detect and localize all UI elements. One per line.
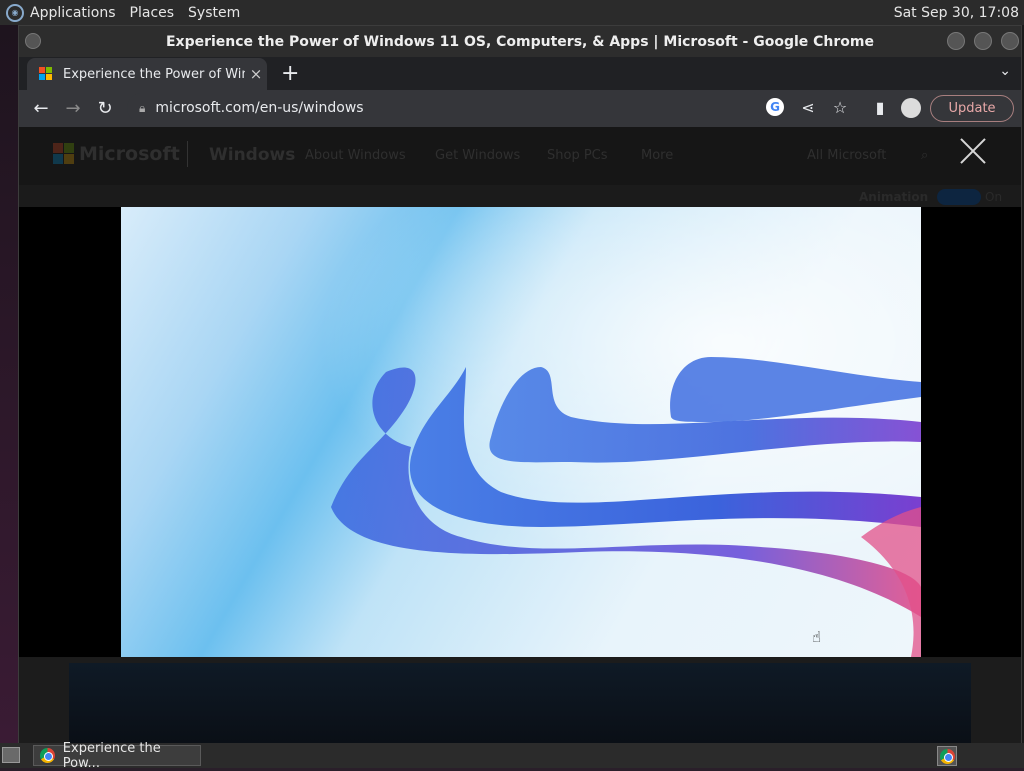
- tab-microsoft-windows[interactable]: Experience the Power of Windows 11 OS, C…: [27, 58, 267, 90]
- microsoft-brand[interactable]: Microsoft: [79, 143, 180, 165]
- menu-system[interactable]: System: [188, 5, 240, 21]
- taskbar-chrome-window[interactable]: Experience the Pow...: [33, 741, 201, 771]
- reload-icon[interactable]: ↻: [89, 98, 121, 119]
- window-titlebar[interactable]: Experience the Power of Windows 11 OS, C…: [19, 26, 1021, 57]
- windows-bloom-artwork: [121, 207, 921, 657]
- window-menu-button[interactable]: [25, 33, 41, 49]
- page-below-video: [19, 658, 1021, 743]
- nav-item-get-windows[interactable]: Get Windows: [435, 148, 520, 163]
- update-button[interactable]: Update: [930, 95, 1014, 122]
- window-close-button[interactable]: [1001, 32, 1019, 50]
- dark-hero-banner: [69, 663, 971, 743]
- tray-chrome-icon[interactable]: [937, 746, 957, 766]
- video-close-icon[interactable]: [959, 137, 987, 165]
- nav-divider: [187, 141, 188, 167]
- nav-item-about-windows[interactable]: About Windows: [305, 148, 406, 163]
- all-microsoft-link[interactable]: All Microsoft: [807, 148, 886, 163]
- microsoft-logo-icon[interactable]: [53, 143, 74, 164]
- back-arrow-icon[interactable]: ←: [25, 98, 57, 119]
- profile-avatar[interactable]: [901, 98, 921, 118]
- new-tab-button[interactable]: +: [281, 61, 299, 86]
- minimize-button[interactable]: [947, 32, 965, 50]
- google-lens-icon[interactable]: G: [766, 98, 786, 116]
- tab-search-chevron-icon[interactable]: ⌄: [999, 63, 1011, 79]
- browser-window: Experience the Power of Windows 11 OS, C…: [18, 25, 1022, 743]
- microsoft-favicon-icon: [39, 67, 53, 81]
- animation-toggle[interactable]: [937, 189, 981, 205]
- url-text[interactable]: microsoft.com/en-us/windows: [155, 100, 363, 116]
- maximize-button[interactable]: [974, 32, 992, 50]
- nav-item-shop-pcs[interactable]: Shop PCs: [547, 148, 608, 163]
- gnome-foot-icon[interactable]: ◉: [6, 3, 24, 22]
- tab-strip: Experience the Power of Windows 11 OS, C…: [19, 57, 1021, 90]
- menu-applications[interactable]: Applications: [30, 5, 116, 21]
- desktop-background: [0, 25, 18, 743]
- panel-clock[interactable]: Sat Sep 30, 17:08: [894, 5, 1019, 21]
- bookmark-star-icon[interactable]: ☆: [830, 98, 850, 117]
- browser-toolbar: ← → ↻ 🔒︎ microsoft.com/en-us/windows G ⋖…: [19, 90, 1021, 127]
- windows-bloom-video[interactable]: [121, 207, 921, 657]
- tab-close-icon[interactable]: ×: [245, 65, 267, 83]
- lock-icon[interactable]: 🔒︎: [139, 101, 145, 116]
- tab-title: Experience the Power of Windows 11 OS, C…: [63, 66, 245, 82]
- top-panel: ◉ Applications Places System Sat Sep 30,…: [0, 0, 1024, 25]
- window-title: Experience the Power of Windows 11 OS, C…: [165, 33, 874, 50]
- chrome-icon: [40, 748, 55, 763]
- share-icon[interactable]: ⋖: [798, 98, 818, 117]
- microsoft-site-nav: Microsoft Windows About Windows Get Wind…: [19, 127, 1021, 185]
- side-panel-icon[interactable]: ▮: [870, 98, 890, 117]
- nav-item-more[interactable]: More: [641, 148, 673, 163]
- windows-section-link[interactable]: Windows: [209, 145, 295, 165]
- forward-arrow-icon[interactable]: →: [57, 98, 89, 119]
- bottom-taskbar: Experience the Pow...: [0, 741, 1024, 771]
- animation-state: On: [985, 190, 1003, 204]
- video-overlay: [19, 207, 1021, 657]
- address-bar[interactable]: 🔒︎ microsoft.com/en-us/windows: [127, 93, 767, 123]
- animation-label: Animation: [859, 190, 929, 204]
- web-page: Microsoft Windows About Windows Get Wind…: [19, 127, 1021, 743]
- show-desktop-icon[interactable]: [2, 747, 20, 763]
- taskbar-task-label: Experience the Pow...: [62, 740, 161, 771]
- site-search-icon[interactable]: ⌕: [921, 148, 928, 163]
- menu-places[interactable]: Places: [130, 5, 175, 21]
- hand-cursor-icon: ☝: [812, 628, 822, 646]
